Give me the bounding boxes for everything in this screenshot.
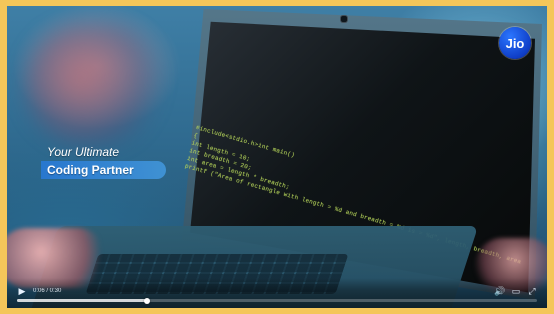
tagline-bar: Coding Partner: [41, 161, 166, 179]
video-player[interactable]: #include<stdio.h>int main() { int length…: [7, 6, 547, 308]
fullscreen-icon[interactable]: ⤢: [527, 286, 537, 296]
volume-icon[interactable]: 🔊: [494, 286, 505, 296]
video-frame-border: #include<stdio.h>int main() { int length…: [0, 0, 554, 314]
blurred-person-background: [25, 24, 165, 144]
video-controls: ▶ 0:06 / 0:30 🔊 ▭ ⤢: [7, 278, 547, 308]
jio-logo-text: Jio: [505, 35, 525, 51]
tagline-line-2: Coding Partner: [47, 163, 134, 177]
time-readout: 0:06 / 0:30: [33, 288, 62, 294]
progress-bar[interactable]: [17, 297, 537, 304]
progress-fill: [17, 299, 147, 302]
webcam-icon: [340, 15, 348, 23]
progress-knob[interactable]: [144, 297, 150, 304]
tagline-line-1: Your Ultimate: [47, 145, 120, 159]
jio-logo: Jio: [499, 27, 531, 59]
tagline: Your Ultimate Coding Partner: [41, 145, 166, 179]
play-icon[interactable]: ▶: [17, 286, 27, 296]
controls-row: ▶ 0:06 / 0:30 🔊 ▭ ⤢: [17, 285, 537, 297]
captions-icon[interactable]: ▭: [511, 286, 521, 296]
